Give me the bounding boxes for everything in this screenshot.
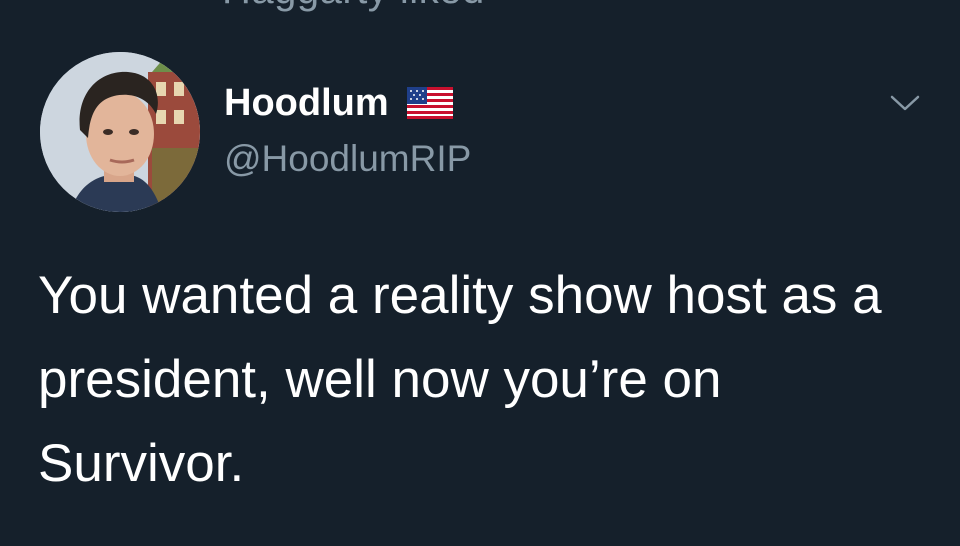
tweet[interactable]: Hoodlum @HoodlumRIP You wanted a reality… — [0, 0, 960, 546]
us-flag-icon — [406, 87, 453, 119]
avatar[interactable] — [40, 52, 200, 212]
avatar-portrait — [40, 52, 200, 212]
tweet-text: You wanted a reality show host as a pres… — [38, 266, 882, 493]
chevron-down-icon — [890, 95, 920, 111]
tweet-options-button[interactable] — [882, 86, 928, 120]
author-display-name[interactable]: Hoodlum — [224, 82, 389, 125]
author-name-row[interactable]: Hoodlum — [224, 80, 453, 126]
author-handle[interactable]: @HoodlumRIP — [224, 138, 471, 180]
